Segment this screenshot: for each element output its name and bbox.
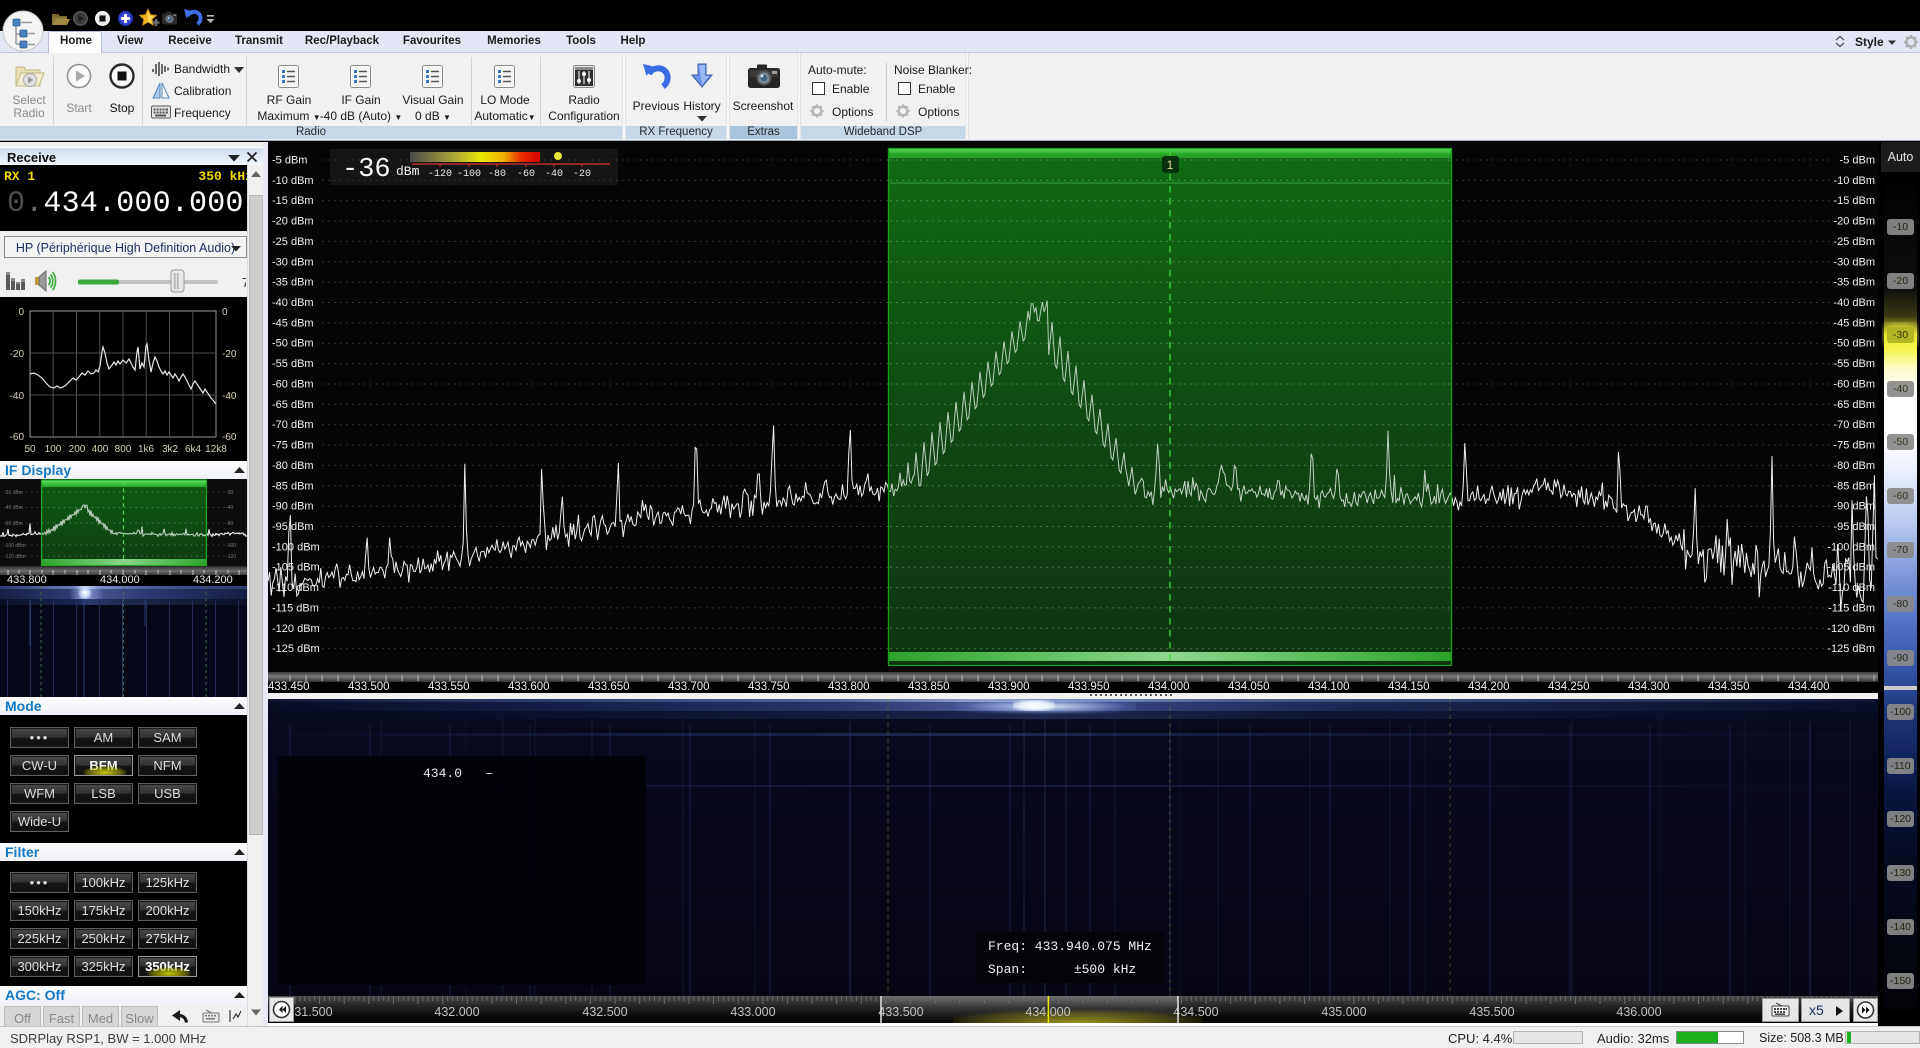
svg-text:100: 100 — [45, 444, 62, 455]
svg-text:-105 dBm: -105 dBm — [272, 562, 320, 574]
svg-text:-10 dBm: -10 dBm — [272, 175, 314, 187]
svg-text:-55 dBm: -55 dBm — [272, 358, 314, 370]
svg-text:-50 dBm: -50 dBm — [272, 338, 314, 350]
svg-text:1k6: 1k6 — [138, 444, 155, 455]
svg-text:7: 7 — [242, 275, 246, 290]
svg-text:-95 dBm: -95 dBm — [272, 521, 314, 533]
svg-text:-40 dBm: -40 dBm — [272, 297, 314, 309]
svg-text:-60 dBm: -60 dBm — [4, 521, 23, 527]
svg-text:-40 dBm: -40 dBm — [4, 505, 23, 511]
svg-text:-105 dBm: -105 dBm — [1827, 562, 1875, 574]
svg-text:-120: -120 — [226, 554, 236, 560]
svg-text:-65 dBm: -65 dBm — [272, 399, 314, 411]
svg-text:-80: -80 — [488, 169, 506, 180]
svg-text:-110 dBm: -110 dBm — [1828, 582, 1875, 594]
svg-text:800: 800 — [115, 444, 132, 455]
svg-text:-100: -100 — [226, 543, 236, 549]
svg-text:-20: -20 — [222, 349, 237, 360]
svg-text:434.500: 434.500 — [1173, 1005, 1218, 1019]
svg-text:-45 dBm: -45 dBm — [1833, 317, 1875, 329]
svg-text:-60: -60 — [10, 432, 25, 443]
svg-text:-115 dBm: -115 dBm — [1828, 602, 1875, 614]
svg-text:-120 dBm: -120 dBm — [1827, 623, 1875, 635]
svg-text:50: 50 — [24, 444, 36, 455]
svg-text:-90 dBm: -90 dBm — [1833, 501, 1875, 513]
svg-text:435.000: 435.000 — [1321, 1005, 1366, 1019]
svg-text:-30 dBm: -30 dBm — [272, 256, 314, 268]
svg-text:-35 dBm: -35 dBm — [272, 277, 314, 289]
svg-text:435.500: 435.500 — [1469, 1005, 1514, 1019]
svg-text:-25 dBm: -25 dBm — [272, 236, 314, 248]
svg-text:-125 dBm: -125 dBm — [272, 643, 320, 655]
svg-text:-10 dBm: -10 dBm — [1833, 175, 1875, 187]
svg-text:-60: -60 — [222, 432, 237, 443]
svg-text:-115 dBm: -115 dBm — [272, 602, 319, 614]
svg-text:-100 dBm: -100 dBm — [4, 543, 26, 549]
svg-text:433.000: 433.000 — [730, 1005, 775, 1019]
svg-text:-40: -40 — [226, 505, 233, 511]
svg-text:-100 dBm: -100 dBm — [1827, 541, 1875, 553]
svg-text:-20 dBm: -20 dBm — [1833, 216, 1875, 228]
svg-text:-20: -20 — [226, 490, 233, 496]
svg-text:-80 dBm: -80 dBm — [272, 460, 314, 472]
svg-text:-50 dBm: -50 dBm — [1833, 338, 1875, 350]
svg-text:436.000: 436.000 — [1616, 1005, 1661, 1019]
svg-text:6k4: 6k4 — [185, 444, 202, 455]
svg-text:-30 dBm: -30 dBm — [1833, 256, 1875, 268]
svg-text:-70 dBm: -70 dBm — [1833, 419, 1875, 431]
svg-text:-20: -20 — [573, 169, 591, 180]
svg-text:-75 dBm: -75 dBm — [272, 440, 314, 452]
svg-text:-45 dBm: -45 dBm — [272, 317, 314, 329]
svg-text:-85 dBm: -85 dBm — [272, 480, 314, 492]
svg-text:-35 dBm: -35 dBm — [1833, 277, 1875, 289]
svg-text:0: 0 — [222, 307, 228, 318]
svg-text:12k8: 12k8 — [205, 444, 227, 455]
svg-text:3k2: 3k2 — [162, 444, 179, 455]
svg-text:-125 dBm: -125 dBm — [1827, 643, 1875, 655]
svg-text:-120 dBm: -120 dBm — [272, 623, 320, 635]
svg-text:-25 dBm: -25 dBm — [1833, 236, 1875, 248]
svg-text:-20 dBm: -20 dBm — [4, 490, 23, 496]
svg-text:-120 dBm: -120 dBm — [4, 554, 26, 560]
svg-text:-55 dBm: -55 dBm — [1833, 358, 1875, 370]
svg-text:-110 dBm: -110 dBm — [272, 582, 319, 594]
svg-text:-40: -40 — [10, 391, 25, 402]
svg-text:-40: -40 — [545, 169, 563, 180]
svg-text:431.500: 431.500 — [287, 1005, 332, 1019]
svg-text:-15 dBm: -15 dBm — [272, 195, 314, 207]
svg-text:433.500: 433.500 — [878, 1005, 923, 1019]
svg-text:-5 dBm: -5 dBm — [1840, 155, 1875, 167]
svg-text:-20 dBm: -20 dBm — [272, 216, 314, 228]
svg-text:-75 dBm: -75 dBm — [1833, 440, 1875, 452]
svg-text:-100: -100 — [457, 169, 481, 180]
svg-text:-40 dBm: -40 dBm — [1833, 297, 1875, 309]
svg-text:-90 dBm: -90 dBm — [272, 501, 314, 513]
svg-text:-80 dBm: -80 dBm — [1833, 460, 1875, 472]
svg-text:-60 dBm: -60 dBm — [272, 379, 314, 391]
svg-text:-60: -60 — [517, 169, 535, 180]
svg-text:-100 dBm: -100 dBm — [272, 541, 320, 553]
svg-text:0: 0 — [18, 307, 24, 318]
svg-text:-40: -40 — [222, 391, 237, 402]
svg-text:-60: -60 — [226, 521, 233, 527]
svg-text:200: 200 — [69, 444, 86, 455]
svg-text:-20: -20 — [10, 349, 25, 360]
svg-text:432.000: 432.000 — [434, 1005, 479, 1019]
svg-text:1: 1 — [1167, 158, 1174, 172]
svg-text:-95 dBm: -95 dBm — [1833, 521, 1875, 533]
svg-text:-60 dBm: -60 dBm — [1833, 379, 1875, 391]
svg-text:-70 dBm: -70 dBm — [272, 419, 314, 431]
svg-text:-85 dBm: -85 dBm — [1833, 480, 1875, 492]
svg-text:dBm: dBm — [396, 164, 420, 179]
svg-text:400: 400 — [92, 444, 109, 455]
svg-text:432.500: 432.500 — [582, 1005, 627, 1019]
svg-text:-5 dBm: -5 dBm — [272, 155, 307, 167]
svg-text:-36: -36 — [342, 155, 391, 185]
svg-text:-15 dBm: -15 dBm — [1833, 195, 1875, 207]
svg-text:-120: -120 — [428, 169, 452, 180]
svg-text:-65 dBm: -65 dBm — [1833, 399, 1875, 411]
